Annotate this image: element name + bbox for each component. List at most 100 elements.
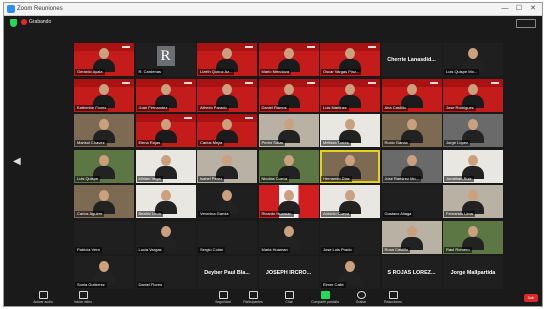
brand-logo-icon	[429, 81, 438, 84]
participant-tile[interactable]: Daniel Flores	[135, 256, 196, 289]
participant-tile[interactable]: Ana Castillo	[381, 78, 442, 112]
participant-tile[interactable]: Patricia Vera	[74, 220, 134, 254]
participant-name-display: S ROJAS LOREZ...	[387, 269, 436, 276]
participant-tile[interactable]: Katherine Flores	[74, 78, 134, 112]
participant-tile[interactable]: Carlos Mejia	[197, 114, 257, 147]
participant-name-label: Lucia Vargas	[136, 246, 164, 253]
participant-name-label: R. Cardenas	[136, 69, 163, 75]
participant-tile[interactable]: Beatriz Leon	[135, 185, 196, 218]
participant-name-label: Lizeth Quiroz Az...	[198, 69, 235, 75]
participant-name-label: Jorge Lopez	[444, 140, 471, 146]
participant-tile[interactable]: Juan Fernandez	[135, 78, 196, 112]
participant-tile[interactable]: Maria Huaman	[258, 220, 319, 254]
brand-logo-icon	[245, 81, 253, 84]
participant-tile[interactable]: Cherrie Lanasdid...	[381, 43, 442, 76]
participant-tile[interactable]: Elena Rojas	[135, 114, 196, 147]
zoom-app-icon	[7, 5, 15, 13]
participant-tile[interactable]: Veronica Garcia	[197, 185, 257, 218]
participant-tile[interactable]: Pedro Salas	[258, 114, 319, 147]
participant-tile[interactable]: Carlos Aguirre	[74, 185, 134, 218]
participant-tile[interactable]: Rocio Garcia	[381, 114, 442, 147]
participant-tile[interactable]: Deyber Paul Bla...	[197, 256, 257, 289]
leave-button[interactable]: Salir	[524, 294, 538, 302]
brand-logo-icon	[306, 46, 315, 48]
participant-tile[interactable]: Jose Rodriguez	[443, 78, 503, 112]
participant-tile[interactable]: Ricardo Huaman	[258, 185, 319, 218]
participant-tile[interactable]: Gustavo Aliaga	[381, 185, 442, 218]
participant-tile[interactable]: S ROJAS LOREZ...	[381, 256, 442, 289]
participant-tile[interactable]: Isabel Perez	[197, 149, 257, 183]
participant-name-label: Antonio Cueva	[321, 211, 352, 217]
gallery-view-button[interactable]	[516, 19, 536, 28]
participant-name-label: Melissa Torres	[321, 140, 351, 146]
participant-name-label: Juan Fernandez	[136, 104, 170, 111]
toolbar-button-mic[interactable]: Activar audio	[26, 291, 60, 305]
toolbar-button-participants[interactable]: Participantes	[236, 291, 270, 305]
participant-name-label: Carlos Mejia	[198, 140, 225, 146]
toolbar-button-share-screen[interactable]: Compartir pantalla	[308, 291, 342, 305]
participant-tile[interactable]: Elmer Calle	[320, 256, 380, 289]
participant-tile[interactable]: Gerardo Ayala	[74, 43, 134, 76]
participant-tile[interactable]: Jose Luis Prado	[320, 220, 380, 254]
participant-tile[interactable]: Jonathan Ruiz	[443, 149, 503, 183]
participant-name-display: Cherrie Lanasdid...	[387, 56, 436, 63]
participant-tile[interactable]: Lizeth Quiroz Az...	[197, 43, 257, 76]
maximize-button[interactable]: ☐	[512, 3, 526, 15]
participant-name-label: Daniel Flores	[136, 282, 165, 288]
security-shield-icon[interactable]	[10, 19, 17, 27]
toolbar-button-chat[interactable]: Chat	[272, 291, 306, 305]
participant-tile[interactable]: Luis Quispe Mo...	[443, 43, 503, 76]
participant-tile[interactable]: Nicolas Cueva	[258, 149, 319, 183]
toolbar-label: Activar audio	[33, 300, 53, 304]
participant-tile[interactable]: Oscar Vargas Pinz...	[320, 43, 380, 76]
participant-tile[interactable]: Alfredo Parado	[197, 78, 257, 112]
close-button[interactable]: ✕	[526, 3, 540, 15]
participant-tile[interactable]: Raul Romero	[443, 220, 503, 254]
participant-name-label: Pedro Salas	[259, 140, 286, 146]
participant-tile[interactable]: Sergio Colan	[197, 220, 257, 254]
minimize-button[interactable]: —	[498, 3, 512, 15]
title-bar: Zoom Reuniones — ☐ ✕	[4, 3, 542, 16]
participant-tile[interactable]: JOSEPH IRCRO...	[258, 256, 319, 289]
participant-name-label: Miriam Vega	[136, 175, 163, 182]
brand-logo-icon	[245, 117, 253, 119]
participant-name-label: Alfredo Parado	[198, 104, 229, 111]
participant-tile[interactable]: Luis Quispe	[74, 149, 134, 183]
participant-name-display: Jorge Mallpartida	[450, 269, 496, 276]
toolbar-button-record[interactable]: Grabar	[344, 291, 378, 305]
participant-tile[interactable]: Miriam Vega	[135, 149, 196, 183]
participant-tile[interactable]: Marisol Chavez	[74, 114, 134, 147]
participant-name-display: JOSEPH IRCRO...	[265, 269, 312, 276]
recording-indicator[interactable]: Grabando	[21, 19, 51, 25]
participant-tile[interactable]: Antonio Cueva	[320, 185, 380, 218]
toolbar-button-shield[interactable]: Seguridad	[206, 291, 240, 305]
chat-icon	[284, 291, 294, 299]
toolbar-button-video[interactable]: Iniciar video	[66, 291, 100, 305]
toolbar-button-reactions[interactable]: Reacciones	[376, 291, 410, 305]
toolbar-label: Participantes	[243, 300, 263, 304]
participant-tile[interactable]: Fernando Lima	[443, 185, 503, 218]
participant-name-label: Elena Rojas	[136, 140, 163, 146]
participant-tile[interactable]: Jose Ramirez Mo...	[381, 149, 442, 183]
previous-page-arrow-icon[interactable]: ◀	[13, 157, 21, 167]
participant-name-label: Daniel Ramos	[259, 104, 289, 111]
participant-tile[interactable]: Rosa Castillo	[381, 220, 442, 254]
participant-tile[interactable]: Hernando Diaz	[320, 149, 380, 183]
participant-tile[interactable]: Jorge Lopez	[443, 114, 503, 147]
participant-tile[interactable]: Luis Martinez	[320, 78, 380, 112]
recording-label: Grabando	[29, 19, 52, 25]
brand-logo-icon	[368, 46, 376, 48]
participant-tile[interactable]: Mario Mendoza	[258, 43, 319, 76]
participant-name-label: Luis Quispe	[75, 175, 101, 182]
participant-tile[interactable]: Lucia Vargas	[135, 220, 196, 254]
toolbar-label: Chat	[285, 300, 293, 304]
participant-tile[interactable]: Sonia Gutierrez	[74, 256, 134, 289]
brand-logo-icon	[306, 81, 315, 84]
participant-tile[interactable]: R R. Cardenas	[135, 43, 196, 76]
participant-name-label: Rocio Garcia	[382, 140, 410, 146]
participant-tile[interactable]: Melissa Torres	[320, 114, 380, 147]
participant-tile[interactable]: Jorge Mallpartida	[443, 256, 503, 289]
participant-tile[interactable]: Daniel Ramos	[258, 78, 319, 112]
toolbar-label: Compartir pantalla	[311, 300, 339, 304]
participant-name-label: Carlos Aguirre	[75, 211, 105, 217]
